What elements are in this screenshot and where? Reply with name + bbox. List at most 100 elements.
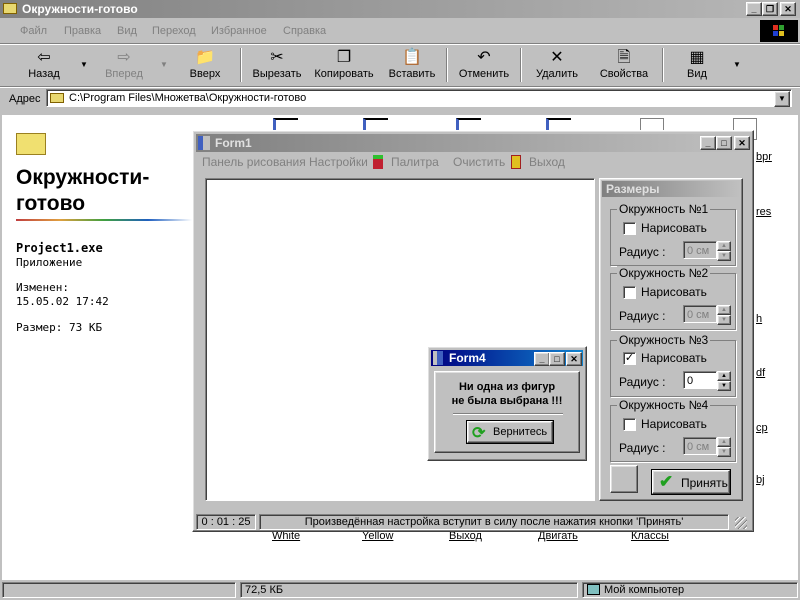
file-size: Размер: 73 КБ bbox=[16, 321, 103, 334]
resize-grip-icon[interactable] bbox=[735, 517, 747, 529]
undo-button[interactable]: ↶ Отменить bbox=[454, 46, 514, 86]
view-grid-icon: ▦ bbox=[689, 49, 705, 66]
menu-edit[interactable]: Правка bbox=[64, 25, 101, 37]
view-dropdown-icon[interactable]: ▼ bbox=[733, 60, 741, 69]
form4-maximize-button[interactable]: □ bbox=[549, 352, 565, 366]
back-button[interactable]: ⇦ Назад bbox=[18, 46, 70, 86]
folder-title: Окружности-готово bbox=[16, 166, 150, 215]
circle3-title: Окружность №3 bbox=[617, 333, 711, 347]
circle3-radius-spinner[interactable]: ▲ ▼ bbox=[717, 371, 731, 391]
status-size: 72,5 КБ bbox=[240, 582, 578, 598]
menu-file[interactable]: Файл bbox=[20, 25, 47, 37]
minimize-button[interactable]: _ bbox=[746, 2, 762, 16]
file-label-fragment[interactable]: bpr bbox=[756, 151, 772, 163]
restore-button[interactable]: ❐ bbox=[762, 2, 778, 16]
form4-title: Form4 bbox=[449, 351, 486, 365]
circle4-radius-spinner[interactable]: ▲ ▼ bbox=[717, 437, 731, 457]
address-label: Адрес bbox=[9, 93, 41, 105]
form1-close-button[interactable]: ✕ bbox=[734, 136, 750, 150]
form1-menu-draw-panel[interactable]: Панель рисования bbox=[202, 155, 306, 169]
form1-menu-exit[interactable]: Выход bbox=[529, 155, 565, 169]
explorer-status-bar: 72,5 КБ Мой компьютер bbox=[0, 580, 800, 600]
palette-icon bbox=[373, 155, 383, 169]
form1-window: Form1 _ □ ✕ Панель рисования Настройки П… bbox=[192, 130, 754, 532]
spin-up-icon[interactable]: ▲ bbox=[717, 371, 731, 381]
copy-icon: ❐ bbox=[336, 49, 352, 66]
up-button[interactable]: 📁 Вверх bbox=[180, 46, 230, 86]
file-label-fragment[interactable]: h bbox=[756, 313, 762, 325]
view-button[interactable]: ▦ Вид bbox=[672, 46, 722, 86]
window-title: Окружности-готово bbox=[22, 2, 138, 16]
file-label-fragment[interactable]: df bbox=[756, 367, 765, 379]
spin-up-icon[interactable]: ▲ bbox=[717, 437, 731, 447]
menu-view[interactable]: Вид bbox=[117, 25, 137, 37]
modified-value: 15.05.02 17:42 bbox=[16, 295, 109, 308]
properties-button[interactable]: 🗎 Свойства bbox=[594, 46, 654, 86]
address-field[interactable]: C:\Program Files\Множетва\Окружности-гот… bbox=[46, 89, 792, 107]
scissors-icon: ✂ bbox=[270, 49, 284, 66]
form1-menu-clear[interactable]: Очистить bbox=[453, 155, 505, 169]
color-preview-box[interactable] bbox=[610, 465, 638, 493]
forward-dropdown-icon[interactable]: ▼ bbox=[160, 60, 168, 69]
accept-label: Принять bbox=[681, 476, 728, 490]
circle3-radius-label: Радиус : bbox=[619, 375, 666, 389]
circle1-radius-spinner[interactable]: ▲ ▼ bbox=[717, 241, 731, 261]
form4-close-button[interactable]: ✕ bbox=[566, 352, 582, 366]
close-button[interactable]: ✕ bbox=[780, 2, 796, 16]
circle4-draw-checkbox[interactable] bbox=[623, 418, 636, 431]
menu-favorites[interactable]: Избранное bbox=[211, 25, 267, 37]
windows-logo-icon bbox=[760, 20, 798, 42]
file-label-fragment[interactable]: cp bbox=[756, 422, 768, 434]
form1-minimize-button[interactable]: _ bbox=[700, 136, 716, 150]
file-label-fragment[interactable]: res bbox=[756, 206, 771, 218]
cut-button[interactable]: ✂ Вырезать bbox=[248, 46, 306, 86]
sizes-panel: Размеры Окружность №1 Нарисовать Радиус … bbox=[599, 178, 743, 501]
circle2-group: Окружность №2 Нарисовать Радиус : 0 см ▲… bbox=[610, 266, 736, 330]
circle2-radius-input[interactable]: 0 см bbox=[683, 305, 717, 323]
circle3-draw-label: Нарисовать bbox=[641, 351, 707, 365]
circle3-draw-checkbox[interactable]: ✓ bbox=[623, 352, 636, 365]
sizes-panel-header: Размеры bbox=[602, 181, 740, 197]
form1-menu-palette[interactable]: Палитра bbox=[391, 155, 439, 169]
spin-down-icon[interactable]: ▼ bbox=[717, 251, 731, 261]
properties-icon: 🗎 bbox=[617, 49, 631, 66]
circle1-draw-checkbox[interactable] bbox=[623, 222, 636, 235]
status-location-label: Мой компьютер bbox=[604, 584, 685, 596]
circle4-group: Окружность №4 Нарисовать Радиус : 0 см ▲… bbox=[610, 398, 736, 462]
menu-help[interactable]: Справка bbox=[283, 25, 326, 37]
copy-button[interactable]: ❐ Копировать bbox=[310, 46, 378, 86]
file-label-fragment[interactable]: bj bbox=[756, 474, 765, 486]
up-folder-icon: 📁 bbox=[195, 49, 215, 66]
app-icon bbox=[198, 136, 210, 150]
return-button[interactable]: ⟳ Вернитесь bbox=[466, 420, 554, 444]
form1-menu-settings[interactable]: Настройки bbox=[309, 155, 368, 169]
form4-minimize-button[interactable]: _ bbox=[534, 352, 550, 366]
divider bbox=[453, 413, 563, 414]
circle1-radius-input[interactable]: 0 см bbox=[683, 241, 717, 259]
circle4-radius-input[interactable]: 0 см bbox=[683, 437, 717, 455]
circle2-draw-checkbox[interactable] bbox=[623, 286, 636, 299]
accept-button[interactable]: ✔ Принять bbox=[651, 469, 731, 495]
circle2-radius-spinner[interactable]: ▲ ▼ bbox=[717, 305, 731, 325]
spin-down-icon[interactable]: ▼ bbox=[717, 381, 731, 391]
address-dropdown-button[interactable]: ▼ bbox=[774, 91, 790, 107]
spin-up-icon[interactable]: ▲ bbox=[717, 241, 731, 251]
delete-button[interactable]: ✕ Удалить bbox=[528, 46, 586, 86]
exit-door-icon bbox=[511, 155, 521, 169]
form1-maximize-button[interactable]: □ bbox=[716, 136, 732, 150]
spin-down-icon[interactable]: ▼ bbox=[717, 315, 731, 325]
back-dropdown-icon[interactable]: ▼ bbox=[80, 60, 88, 69]
folder-icon bbox=[3, 3, 17, 14]
paste-button[interactable]: 📋 Вставить bbox=[382, 46, 442, 86]
menu-go[interactable]: Переход bbox=[152, 25, 196, 37]
circle1-title: Окружность №1 bbox=[617, 202, 711, 216]
forward-button[interactable]: ⇨ Вперед bbox=[98, 46, 150, 86]
file-name: Project1.exe bbox=[16, 241, 103, 255]
clipboard-icon: 📋 bbox=[402, 49, 422, 66]
delete-x-icon: ✕ bbox=[550, 49, 564, 66]
spin-up-icon[interactable]: ▲ bbox=[717, 305, 731, 315]
spin-down-icon[interactable]: ▼ bbox=[717, 447, 731, 457]
form1-title-bar: Form1 _ □ ✕ bbox=[196, 134, 750, 152]
circle3-radius-input[interactable]: 0 bbox=[683, 371, 717, 389]
my-computer-icon bbox=[587, 584, 600, 595]
